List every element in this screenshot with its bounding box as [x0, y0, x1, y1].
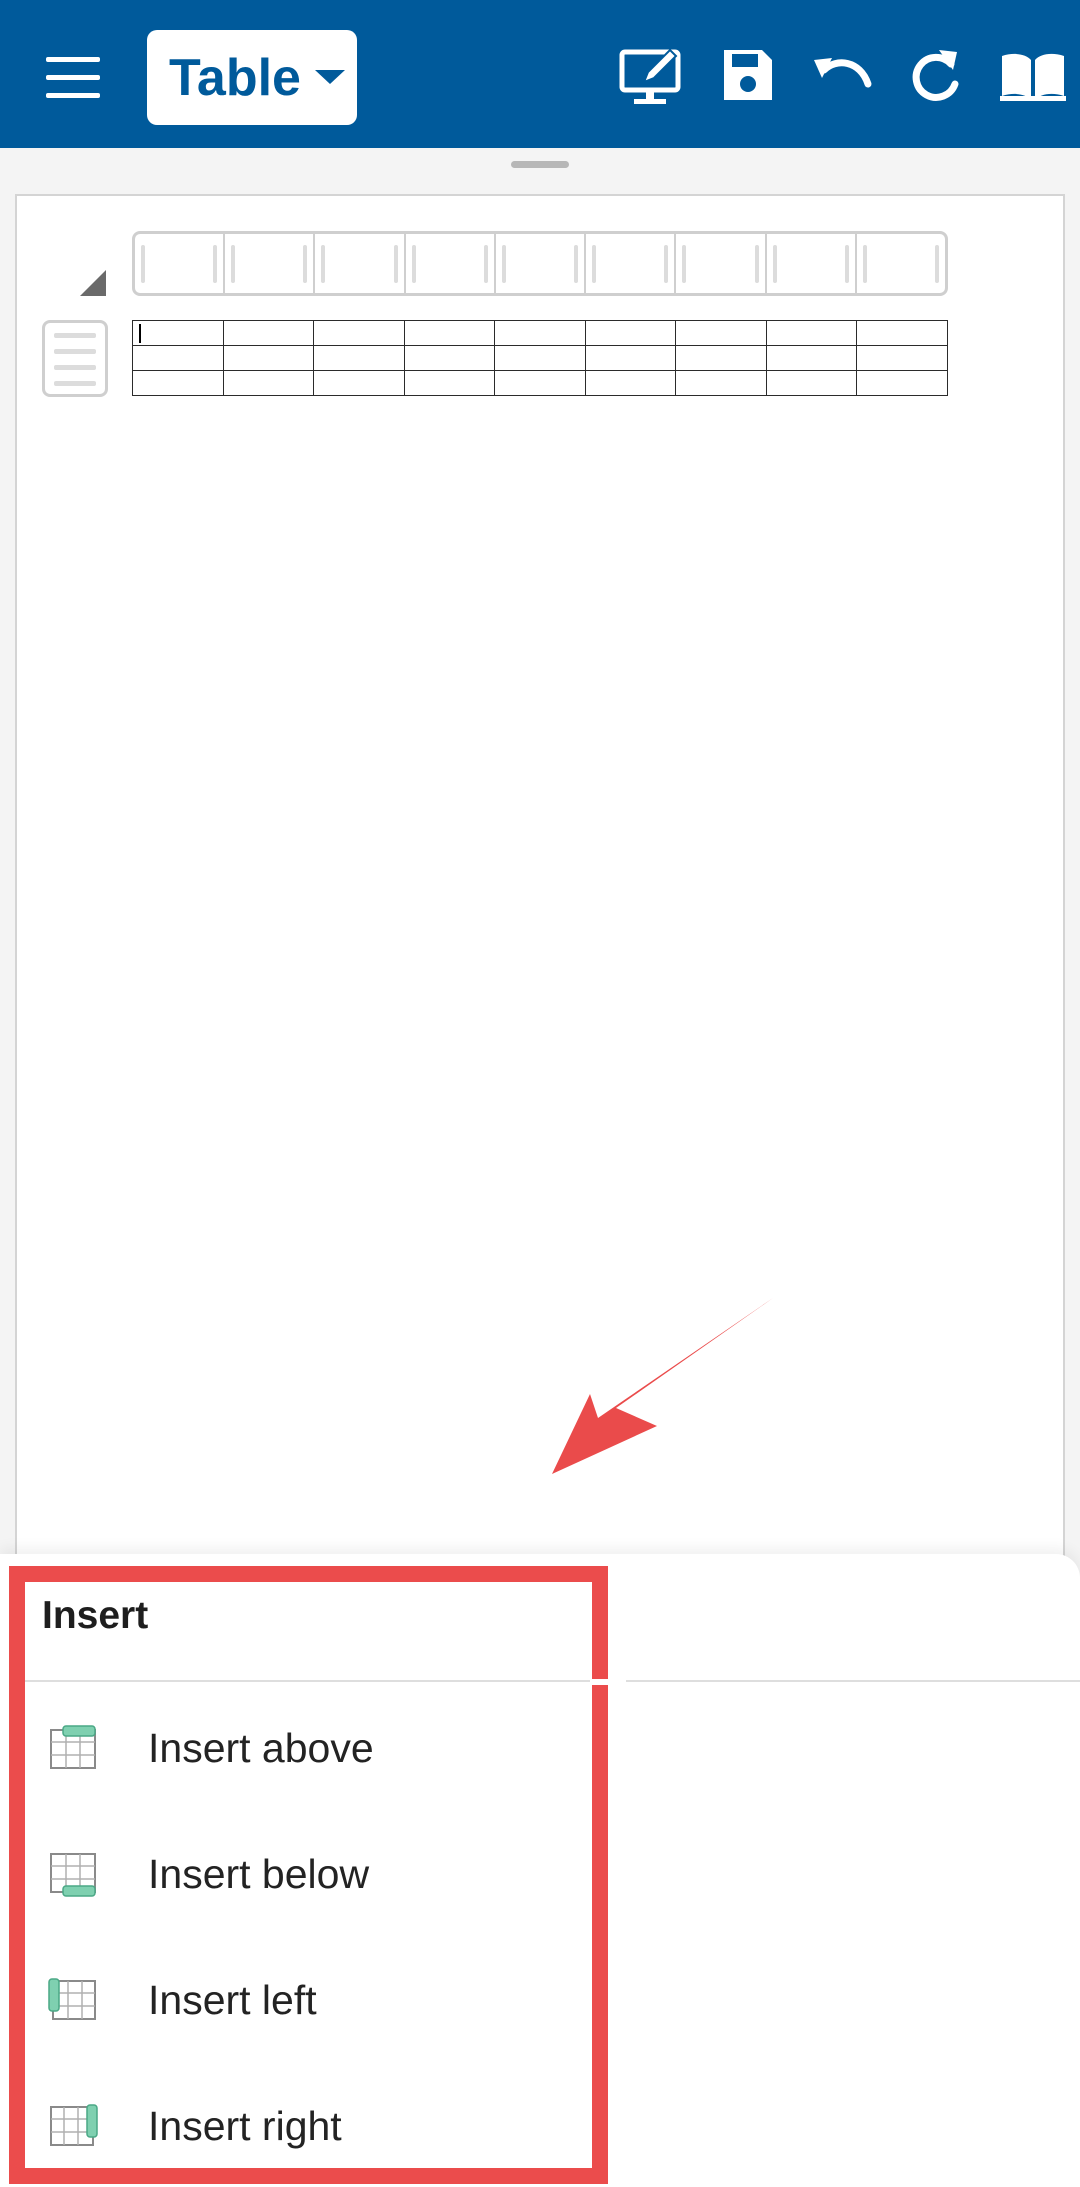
table-cell[interactable] [584, 370, 677, 396]
table-cell[interactable] [222, 320, 315, 346]
document-table[interactable] [132, 320, 948, 396]
menu-item-label: Insert left [148, 1976, 317, 2023]
read-mode-icon[interactable] [998, 44, 1068, 108]
edit-screen-icon[interactable] [618, 44, 688, 108]
menu-item-label: Insert below [148, 1850, 370, 1897]
column-ruler-segment[interactable] [767, 234, 857, 293]
column-ruler-segment[interactable] [586, 234, 677, 293]
menu-item-insert-above[interactable]: Insert above [25, 1688, 605, 1808]
table-cell[interactable] [403, 345, 496, 371]
table-cell[interactable] [222, 370, 315, 396]
insert-bottom-sheet: Insert Insert above Insert below Insert … [0, 1554, 1080, 2187]
text-cursor [139, 324, 141, 343]
column-ruler-segment[interactable] [315, 234, 406, 293]
table-cell[interactable] [313, 370, 405, 396]
menu-item-insert-left[interactable]: Insert left [25, 1940, 605, 2060]
table-cell[interactable] [675, 320, 767, 346]
table-cell[interactable] [403, 320, 496, 346]
insert-row-above-icon [48, 1724, 98, 1772]
menu-item-insert-below[interactable]: Insert below [25, 1814, 605, 1934]
mode-dropdown-label: Table [169, 48, 301, 107]
table-cell[interactable] [494, 320, 586, 346]
row-ruler[interactable] [42, 320, 108, 397]
table-corner-marker[interactable] [80, 270, 106, 296]
divider-gap [590, 1679, 626, 1685]
annotation-arrow-icon [540, 1290, 780, 1480]
column-ruler-segment[interactable] [857, 234, 945, 293]
column-ruler-segment[interactable] [135, 234, 226, 293]
drag-handle-bar[interactable] [0, 148, 1080, 188]
menu-icon[interactable] [46, 55, 100, 99]
table-cell[interactable] [222, 345, 315, 371]
table-cell[interactable] [584, 345, 677, 371]
column-ruler-segment[interactable] [406, 234, 496, 293]
table-cell[interactable] [584, 320, 677, 346]
table-cell[interactable] [856, 345, 948, 371]
table-cell[interactable] [675, 345, 767, 371]
drag-handle[interactable] [511, 161, 569, 168]
insert-column-left-icon [48, 1976, 98, 2024]
table-row [132, 345, 948, 371]
menu-item-insert-right[interactable]: Insert right [25, 2066, 605, 2186]
sheet-title: Insert [42, 1594, 149, 1637]
table-cell[interactable] [765, 345, 858, 371]
table-cell[interactable] [403, 370, 496, 396]
column-ruler-segment[interactable] [225, 234, 316, 293]
table-cell[interactable] [494, 345, 586, 371]
column-ruler[interactable] [132, 231, 948, 296]
divider [25, 1680, 1080, 1682]
table-cell[interactable] [313, 320, 405, 346]
table-cell[interactable] [132, 320, 224, 346]
table-row [132, 370, 948, 396]
table-cell[interactable] [132, 345, 224, 371]
table-cell[interactable] [132, 370, 224, 396]
table-cell[interactable] [675, 370, 767, 396]
table-cell[interactable] [765, 320, 858, 346]
table-cell[interactable] [494, 370, 586, 396]
mode-dropdown-button[interactable]: Table [147, 30, 357, 125]
column-ruler-segment[interactable] [496, 234, 587, 293]
menu-item-label: Insert above [148, 1724, 374, 1771]
table-row [132, 320, 948, 346]
insert-row-below-icon [48, 1850, 98, 1898]
column-ruler-segment[interactable] [676, 234, 767, 293]
table-cell[interactable] [765, 370, 858, 396]
undo-icon[interactable] [810, 44, 876, 108]
menu-item-label: Insert right [148, 2102, 342, 2149]
table-cell[interactable] [856, 320, 948, 346]
insert-column-right-icon [48, 2102, 98, 2150]
top-toolbar: Table [0, 0, 1080, 148]
table-cell[interactable] [313, 345, 405, 371]
table-cell[interactable] [856, 370, 948, 396]
save-icon[interactable] [718, 44, 778, 108]
redo-icon[interactable] [905, 44, 965, 108]
chevron-down-icon [315, 70, 345, 84]
